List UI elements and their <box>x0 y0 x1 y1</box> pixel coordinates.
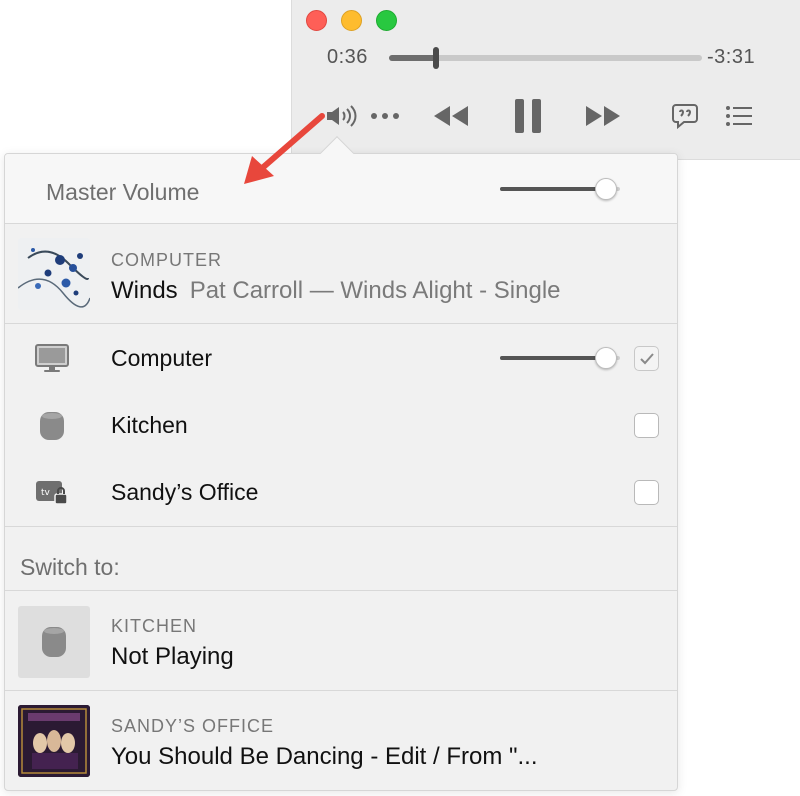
remaining-time: -3:31 <box>707 46 756 68</box>
now-playing-track-title: Winds <box>111 277 178 304</box>
up-next-queue-button[interactable] <box>722 100 756 132</box>
device-checkbox-kitchen[interactable] <box>634 413 659 438</box>
queue-icon <box>726 106 752 126</box>
playback-scrubber[interactable] <box>389 47 702 69</box>
fast-forward-button[interactable] <box>582 98 624 134</box>
master-volume-label: Master Volume <box>46 179 200 205</box>
fast-forward-icon <box>586 106 620 126</box>
annotation-arrow-icon <box>244 113 325 184</box>
master-volume-slider[interactable] <box>500 178 620 200</box>
rewind-icon <box>434 106 468 126</box>
zoom-window-button[interactable] <box>376 10 397 31</box>
switch-target-title: Not Playing <box>111 643 234 670</box>
apple-tv-locked-icon: tv <box>35 476 69 510</box>
section-divider <box>5 526 677 527</box>
device-name-computer: Computer <box>111 345 212 371</box>
device-row-kitchen[interactable]: Kitchen <box>5 392 677 459</box>
more-options-button[interactable] <box>368 100 402 132</box>
elapsed-time: 0:36 <box>327 46 368 68</box>
homepod-icon <box>18 606 90 678</box>
homepod-icon <box>35 409 69 443</box>
now-playing-artist-album: Pat Carroll — Winds Alight - Single <box>189 277 561 304</box>
now-playing-row: COMPUTER Winds Pat Carroll — Winds Alight… <box>5 224 677 324</box>
switch-target-sandys-office[interactable]: SANDY’S OFFICE You Should Be Dancing - E… <box>5 691 677 790</box>
device-checkbox-sandys-office[interactable] <box>634 480 659 505</box>
rewind-button[interactable] <box>430 98 472 134</box>
switch-target-caption: SANDY’S OFFICE <box>111 716 275 736</box>
device-row-computer[interactable]: Computer <box>5 325 677 392</box>
computer-display-icon <box>35 342 69 376</box>
more-icon <box>371 113 399 119</box>
computer-volume-knob[interactable] <box>594 347 617 369</box>
mini-player-window: 0:36 -3:31 <box>291 0 800 160</box>
device-row-sandys-office[interactable]: tv Sandy’s Office <box>5 459 677 526</box>
switch-target-title: You Should Be Dancing - Edit / From "... <box>111 743 538 770</box>
switch-to-label: Switch to: <box>20 554 120 580</box>
device-name-kitchen: Kitchen <box>111 412 188 438</box>
checkmark-icon <box>639 352 654 364</box>
master-volume-fill <box>500 187 606 191</box>
airplay-popover: Master Volume COMPUTER Winds Pat Carroll … <box>4 153 678 791</box>
playback-progress-fill <box>389 55 436 61</box>
close-window-button[interactable] <box>306 10 327 31</box>
pause-button[interactable] <box>510 94 546 138</box>
switch-target-caption: KITCHEN <box>111 616 198 636</box>
computer-volume-fill <box>500 356 606 360</box>
lyrics-button[interactable] <box>668 100 702 132</box>
pause-icon <box>515 99 541 133</box>
minimize-window-button[interactable] <box>341 10 362 31</box>
switch-target-kitchen[interactable]: KITCHEN Not Playing <box>5 591 677 691</box>
playback-scrubber-handle[interactable] <box>432 47 439 69</box>
device-name-sandys-office: Sandy’s Office <box>111 479 259 505</box>
album-artwork-you-should-be-dancing <box>18 705 90 777</box>
now-playing-title-line: Winds Pat Carroll — Winds Alight - Single <box>111 277 561 305</box>
svg-text:tv: tv <box>41 488 51 498</box>
lyrics-icon <box>672 104 698 129</box>
album-artwork-winds <box>18 238 90 310</box>
master-volume-knob[interactable] <box>594 178 617 200</box>
now-playing-device-caption: COMPUTER <box>111 250 222 270</box>
computer-volume-slider[interactable] <box>500 347 620 369</box>
device-checkbox-computer[interactable] <box>634 346 659 371</box>
